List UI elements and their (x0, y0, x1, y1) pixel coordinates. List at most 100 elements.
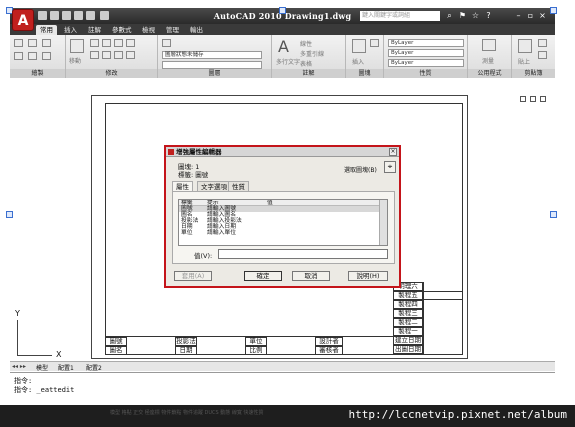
drawing-minimize-icon[interactable] (520, 96, 526, 102)
line-icon[interactable] (14, 39, 23, 47)
close-icon[interactable]: × (538, 11, 547, 20)
copy-icon[interactable] (114, 39, 123, 47)
title-cell: 製程二 (393, 318, 423, 327)
title-cell: 製程五 (393, 291, 423, 300)
polyline-icon[interactable] (14, 52, 23, 60)
ucs-y-label: Y (15, 309, 20, 318)
utilities-panel-label[interactable]: 公用程式 (468, 69, 511, 78)
list-item[interactable]: 單位 請輸入單位 (179, 230, 387, 236)
tab-layout1[interactable]: 配置1 (58, 363, 74, 372)
measure-label: 測量 (482, 58, 495, 65)
trim-icon[interactable] (102, 39, 111, 47)
create-block-icon[interactable] (370, 39, 379, 47)
search-input[interactable]: 鍵入關鍵字或詞組 (360, 11, 440, 21)
title-cell: 審核者 (315, 346, 343, 355)
layer-properties-icon[interactable] (162, 39, 171, 47)
copy-clip-icon[interactable] (538, 51, 547, 59)
ucs-x-label: X (56, 350, 62, 359)
tab-parametric[interactable]: 參數式 (108, 25, 136, 35)
modify-panel-label[interactable]: 修改 (66, 69, 157, 78)
apply-button[interactable]: 套用(A) (174, 271, 212, 281)
insert-block-icon[interactable] (352, 39, 366, 53)
tab-home[interactable]: 常用 (36, 25, 57, 35)
grip-top-right[interactable] (550, 7, 557, 14)
minimize-icon[interactable]: – (514, 11, 523, 20)
layout-nav-icon[interactable]: ◂◂ ▸▸ (12, 363, 26, 370)
cancel-button[interactable]: 取消 (292, 271, 330, 281)
measure-icon[interactable] (482, 39, 496, 51)
move-icon[interactable] (70, 39, 84, 53)
grip-mid-right[interactable] (550, 211, 557, 218)
clipboard-panel-label[interactable]: 剪貼簿 (512, 69, 555, 78)
tab-insert[interactable]: 插入 (60, 25, 81, 35)
communication-center-icon[interactable]: ⚑ (458, 11, 467, 20)
stretch-icon[interactable] (102, 51, 111, 59)
select-block-button[interactable]: ⌖ (384, 161, 396, 173)
maximize-icon[interactable]: ▫ (526, 11, 535, 20)
status-bar: 模型 格點 正交 極座標 物件鎖點 物件追蹤 DUCS 動態 線寬 快速性質 h… (0, 405, 575, 427)
attribute-list[interactable]: 標籤 提示值 圖號 請輸入圖號 圖名 請輸入圖名 投影法 請輸入投影法 日期 請輸入日期 … (178, 199, 388, 246)
lineweight-select[interactable]: ByLayer (388, 59, 464, 67)
layers-panel-label[interactable]: 圖層 (158, 69, 271, 78)
dialog-close-icon[interactable]: × (389, 148, 397, 156)
annotation-panel: A 多行文字 線性 多重引線 表格 註解 (272, 35, 346, 78)
annotation-panel-label[interactable]: 註解 (272, 69, 345, 78)
draw-panel-label[interactable]: 繪製 (10, 69, 65, 78)
title-cell: 圖號 (105, 337, 127, 346)
title-cell: 設計者 (315, 337, 343, 346)
value-input[interactable] (218, 249, 388, 259)
hatch-icon[interactable] (42, 52, 51, 60)
circle-icon[interactable] (28, 39, 37, 47)
list-scrollbar[interactable] (379, 200, 387, 245)
ok-button[interactable]: 確定 (244, 271, 282, 281)
help-icon[interactable]: ? (484, 11, 493, 20)
title-cell: 投影法 (175, 337, 197, 346)
favorites-icon[interactable]: ☆ (471, 11, 480, 20)
mtext-label[interactable]: 多行文字 (276, 57, 300, 66)
fillet-icon[interactable] (90, 51, 99, 59)
mirror-icon[interactable] (126, 39, 135, 47)
arc-icon[interactable] (28, 52, 37, 60)
command-window[interactable]: 指令: 指令: _eattedit (10, 372, 555, 405)
drawing-restore-icon[interactable] (530, 96, 536, 102)
status-toggles[interactable]: 模型 格點 正交 極座標 物件鎖點 物件追蹤 DUCS 動態 線寬 快速性質 (110, 409, 263, 416)
cut-icon[interactable] (538, 39, 547, 47)
tab-output[interactable]: 輸出 (186, 25, 207, 35)
column-value[interactable]: 值 (267, 200, 327, 206)
title-block-bottom: 圖號 投影法 單位 設計者 圖名 日期 比例 審核者 (105, 336, 394, 355)
grip-mid-left[interactable] (6, 211, 13, 218)
tab-layout2[interactable]: 配置2 (86, 363, 102, 372)
properties-panel-label[interactable]: 性質 (384, 69, 467, 78)
rotate-icon[interactable] (90, 39, 99, 47)
help-button[interactable]: 說明(H) (348, 271, 388, 281)
paste-icon[interactable] (518, 39, 532, 53)
title-block-rule (423, 291, 463, 300)
rectangle-icon[interactable] (42, 39, 51, 47)
block-panel-label[interactable]: 圖塊 (346, 69, 383, 78)
drawing-close-icon[interactable] (540, 96, 546, 102)
app-logo-icon[interactable]: A (12, 9, 34, 31)
search-icon[interactable]: ⌕ (445, 11, 454, 20)
ucs-y-axis (17, 320, 18, 356)
color-select[interactable]: ByLayer (388, 39, 464, 47)
tab-annotate[interactable]: 註解 (84, 25, 105, 35)
tab-manage[interactable]: 管理 (162, 25, 183, 35)
layer-state-select[interactable]: 圖層狀態未儲存 (162, 51, 262, 59)
ucs-x-axis (17, 355, 52, 356)
modify-panel: 移動 修改 (66, 35, 158, 78)
tab-properties[interactable]: 性質 (228, 181, 249, 191)
table-button[interactable]: 表格 (300, 59, 312, 68)
tab-model[interactable]: 模型 (36, 363, 48, 372)
tab-text-options[interactable]: 文字選項 (197, 181, 231, 191)
title-cell: 製程四 (393, 300, 423, 309)
linear-dimension-button[interactable]: 線性 (300, 39, 312, 48)
grip-top-mid[interactable] (279, 7, 286, 14)
tab-view[interactable]: 檢視 (138, 25, 159, 35)
multileader-button[interactable]: 多重引線 (300, 49, 324, 58)
scale-icon[interactable] (114, 51, 123, 59)
text-icon[interactable]: A (278, 37, 289, 56)
watermark-text: http://lccnetvip.pixnet.net/album (348, 408, 567, 421)
array-icon[interactable] (126, 51, 135, 59)
layer-select[interactable] (162, 61, 262, 69)
linetype-select[interactable]: ByLayer (388, 49, 464, 57)
